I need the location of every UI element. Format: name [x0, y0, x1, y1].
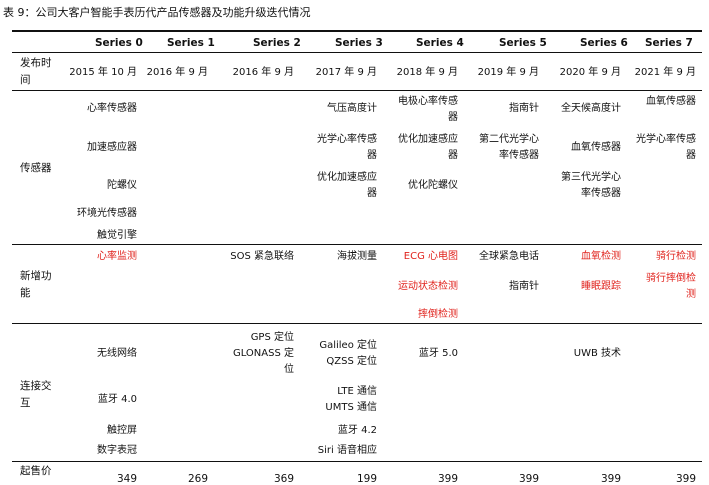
- release-date-3: 2017 年 9 月: [315, 67, 377, 78]
- feature-s4-motion-detect: 运动状态检测: [398, 281, 458, 292]
- sensor-s3-accel-opt: 优化加速感应器: [317, 172, 377, 199]
- connect-s0-bt40: 蓝牙 4.0: [97, 394, 137, 405]
- rule-top: [12, 30, 702, 32]
- sensor-s6-optical-hr-3: 第三代光学心 率传感器: [561, 172, 621, 199]
- sensor-s4-gyro-opt: 优化陀螺仪: [408, 180, 458, 191]
- feature-s4-ecg: ECG 心电图: [403, 251, 458, 262]
- release-date-0: 2015 年 10 月: [69, 67, 137, 78]
- price-s6: 399: [600, 473, 621, 485]
- rule-feature: [12, 323, 702, 324]
- sensor-s3-barometer: 气压高度计: [327, 103, 377, 114]
- connect-s3-siri: Siri 语音相应: [317, 445, 377, 456]
- feature-s7-cycling-fall: 骑行摔倒检测: [646, 273, 696, 300]
- rule-header: [12, 52, 702, 53]
- header-series-7: Series 7: [645, 37, 693, 49]
- sensor-s6-spo2: 血氧传感器: [571, 142, 621, 153]
- feature-s0-hr-monitor: 心率监测: [97, 251, 137, 262]
- header-series-3: Series 3: [335, 37, 383, 49]
- price-s2: 369: [273, 473, 294, 485]
- row-label-connect: 连接交互: [20, 380, 52, 409]
- release-date-4: 2018 年 9 月: [396, 67, 458, 78]
- table-title: 表 9：公司大客户智能手表历代产品传感器及功能升级迭代情况: [3, 6, 311, 19]
- sensor-s3-optical-hr: 光学心率传感器: [317, 134, 377, 161]
- feature-s6-spo2: 血氧检测: [581, 251, 621, 262]
- feature-s5-compass: 指南针: [509, 281, 539, 292]
- sensor-s0-haptic: 触觉引擎: [97, 230, 137, 241]
- release-date-5: 2019 年 9 月: [477, 67, 539, 78]
- connect-s6-uwb: UWB 技术: [573, 348, 621, 359]
- row-label-feature: 新增功能: [20, 270, 52, 299]
- row-label-release: 发布时间: [20, 57, 52, 86]
- sensor-s0-ambient-light: 环境光传感器: [77, 208, 137, 219]
- header-series-6: Series 6: [580, 37, 628, 49]
- feature-s3-altitude: 海拔测量: [337, 251, 377, 262]
- connect-s0-touchscreen: 触控屏: [107, 425, 137, 436]
- sensor-s7-spo2: 血氧传感器: [646, 96, 696, 107]
- feature-s4-fall-detect: 摔倒检测: [418, 309, 458, 320]
- connect-s3-galileo-qzss: Galileo 定位 QZSS 定位: [319, 340, 377, 367]
- price-s3: 199: [356, 473, 377, 485]
- feature-s6-sleep: 睡眠跟踪: [581, 281, 621, 292]
- release-date-7: 2021 年 9 月: [634, 67, 696, 78]
- rule-sensor: [12, 244, 702, 245]
- sensor-s0-heart-rate: 心率传感器: [87, 103, 137, 114]
- connect-s4-bt50: 蓝牙 5.0: [418, 348, 458, 359]
- price-s5: 399: [518, 473, 539, 485]
- feature-s2-sos: SOS 紧急联络: [230, 251, 294, 262]
- header-series-2: Series 2: [253, 37, 301, 49]
- header-series-4: Series 4: [416, 37, 464, 49]
- feature-s5-emergency-call: 全球紧急电话: [479, 251, 539, 262]
- price-s4: 399: [437, 473, 458, 485]
- price-s7: 399: [675, 473, 696, 485]
- row-label-sensor: 传感器: [20, 162, 52, 174]
- sensor-s0-gyroscope: 陀螺仪: [107, 180, 137, 191]
- release-date-1: 2016 年 9 月: [146, 67, 208, 78]
- rule-release: [12, 90, 702, 91]
- connect-s2-gps: GPS 定位 GLONASS 定位: [232, 332, 294, 375]
- sensor-s4-accel-opt: 优化加速感应器: [398, 134, 458, 161]
- sensor-s6-altimeter: 全天候高度计: [561, 103, 621, 114]
- sensor-s5-compass: 指南针: [509, 103, 539, 114]
- sensor-s0-accelerometer: 加速感应器: [87, 142, 137, 153]
- header-series-0: Series 0: [95, 37, 143, 49]
- rule-connect: [12, 461, 702, 462]
- price-s1: 269: [187, 473, 208, 485]
- connect-s3-lte-umts: LTE 通信 UMTS 通信: [325, 386, 377, 413]
- connect-s3-bt42: 蓝牙 4.2: [337, 425, 377, 436]
- connect-s0-wifi: 无线网络: [97, 348, 137, 359]
- connect-s0-crown: 数字表冠: [97, 445, 137, 456]
- sensor-s4-electrode-hr: 电极心率传感器: [398, 96, 458, 123]
- sensor-s5-optical-hr-2: 第二代光学心 率传感器: [479, 134, 539, 161]
- header-series-1: Series 1: [167, 37, 215, 49]
- release-date-2: 2016 年 9 月: [232, 67, 294, 78]
- release-date-6: 2020 年 9 月: [559, 67, 621, 78]
- row-label-price: 起售价: [20, 465, 52, 477]
- price-s0: 349: [116, 473, 137, 485]
- header-series-5: Series 5: [499, 37, 547, 49]
- sensor-s7-optical-hr: 光学心率传感器: [636, 134, 696, 161]
- feature-s7-cycling: 骑行检测: [656, 251, 696, 262]
